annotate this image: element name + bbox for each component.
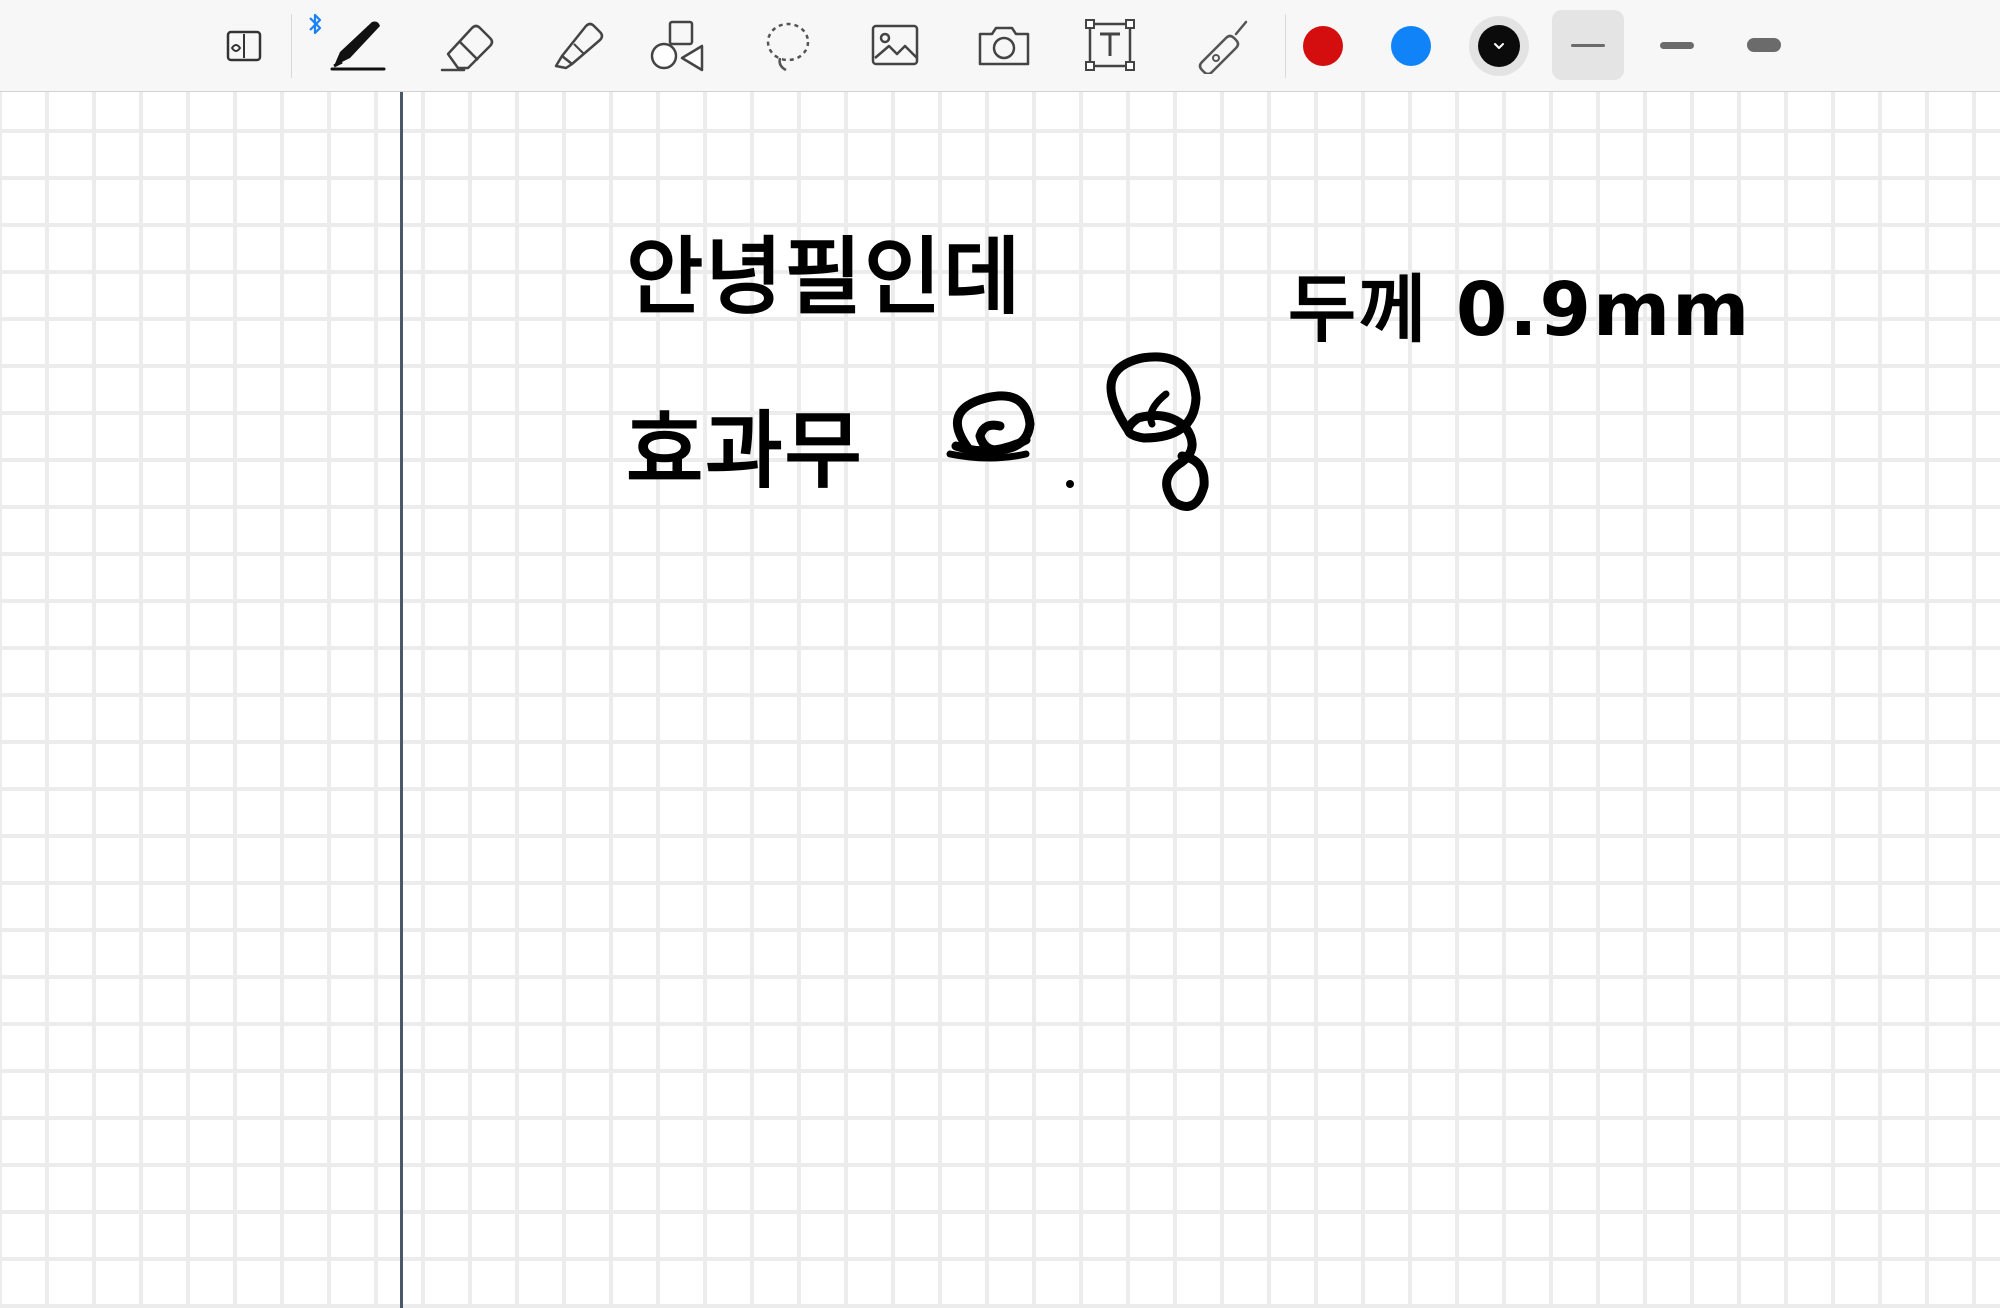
eraser-tool-button[interactable] bbox=[434, 18, 498, 74]
toolbar bbox=[0, 0, 2000, 92]
toolbar-separator bbox=[291, 14, 292, 78]
blue-color-dot bbox=[1391, 26, 1431, 66]
text-tool-button[interactable] bbox=[1078, 18, 1142, 74]
image-tool-button[interactable] bbox=[863, 18, 927, 74]
page-toggle-icon bbox=[226, 30, 262, 62]
red-color-dot bbox=[1303, 26, 1343, 66]
camera-tool-button[interactable] bbox=[972, 18, 1036, 74]
thick-line-icon bbox=[1747, 38, 1781, 52]
medium-line-icon bbox=[1660, 41, 1694, 49]
shapes-icon bbox=[650, 20, 704, 72]
notes-app: 안녕필인데 효과무 두께 0.9mm bbox=[0, 0, 2000, 1308]
lasso-tool-button[interactable] bbox=[756, 18, 820, 74]
image-icon bbox=[871, 24, 919, 66]
laser-pointer-icon bbox=[1198, 20, 1248, 74]
ink-doodle[interactable] bbox=[946, 352, 1209, 511]
color-swatch-black[interactable] bbox=[1469, 16, 1529, 76]
lasso-icon bbox=[766, 22, 810, 72]
toolbar-separator bbox=[1285, 14, 1286, 78]
chevron-down-icon bbox=[1494, 43, 1504, 49]
color-swatch-blue[interactable] bbox=[1387, 22, 1435, 70]
pen-icon bbox=[330, 21, 386, 71]
pen-tool-button[interactable] bbox=[324, 18, 388, 74]
shapes-tool-button[interactable] bbox=[646, 18, 710, 74]
thickness-thin-button[interactable] bbox=[1552, 10, 1624, 80]
eraser-icon bbox=[440, 24, 494, 72]
note-canvas[interactable]: 안녕필인데 효과무 두께 0.9mm bbox=[0, 92, 2000, 1308]
thickness-medium-button[interactable] bbox=[1641, 10, 1713, 80]
text-box-icon bbox=[1085, 19, 1135, 71]
laser-pointer-tool-button[interactable] bbox=[1188, 18, 1252, 74]
black-color-dot bbox=[1478, 25, 1520, 67]
highlighter-icon bbox=[554, 22, 604, 70]
camera-icon bbox=[978, 26, 1030, 66]
ink-layer bbox=[946, 352, 1209, 511]
color-swatch-red[interactable] bbox=[1299, 22, 1347, 70]
highlighter-tool-button[interactable] bbox=[542, 18, 606, 74]
thin-line-icon bbox=[1571, 43, 1605, 47]
thickness-thick-button[interactable] bbox=[1728, 10, 1800, 80]
page-view-toggle-button[interactable] bbox=[212, 18, 276, 74]
bluetooth-icon bbox=[309, 13, 322, 35]
